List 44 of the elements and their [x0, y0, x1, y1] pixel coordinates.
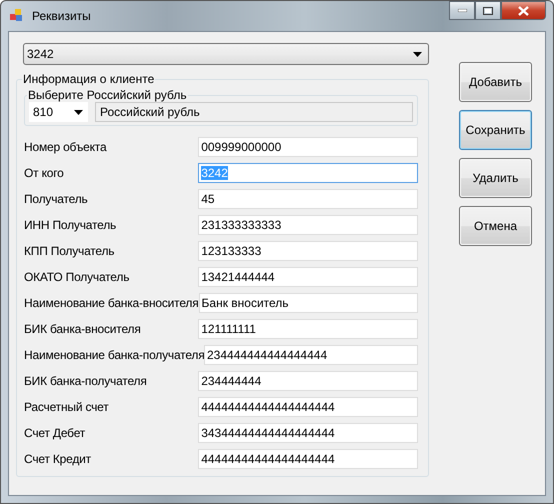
field-label: ОКАТО Получатель: [24, 270, 130, 284]
minimize-button[interactable]: [449, 1, 475, 20]
field-label: Расчетный счет: [24, 400, 110, 414]
field-label: ИНН Получатель: [24, 218, 118, 232]
window-title: Реквизиты: [32, 9, 92, 23]
field-label: Получатель: [24, 192, 89, 206]
field-label: Номер объекта: [24, 140, 108, 154]
text-field[interactable]: 009999000000: [198, 137, 418, 157]
close-icon: [518, 6, 529, 16]
text-field[interactable]: 123133333: [198, 241, 418, 261]
text-field[interactable]: 45: [198, 189, 418, 209]
app-icon: [10, 9, 24, 23]
maximize-icon: [483, 6, 493, 14]
action-button[interactable]: Добавить: [459, 62, 532, 102]
field-label: БИК банка-вносителя: [24, 322, 142, 336]
field-label: КПП Получатель: [24, 244, 116, 258]
text-field[interactable]: 121111111: [198, 319, 418, 339]
minimize-icon: [458, 9, 466, 12]
field-label: Наименование банка-вносителя: [24, 296, 199, 310]
close-button[interactable]: [501, 1, 546, 20]
text-field[interactable]: 13421444444: [198, 267, 418, 287]
text-field[interactable]: 44444444444444444444: [198, 449, 418, 469]
text-field[interactable]: 44444444444444444444: [198, 397, 418, 417]
dropdown-arrow-icon: [74, 110, 83, 114]
field-label: БИК банка-получателя: [24, 374, 148, 388]
action-button[interactable]: Удалить: [459, 158, 532, 198]
field-label: Наименование банка-получателя: [24, 348, 204, 362]
action-button[interactable]: Отмена: [459, 206, 532, 246]
text-field[interactable]: Банк вноситель: [198, 293, 418, 313]
text-field[interactable]: 231333333333: [198, 215, 418, 235]
text-field[interactable]: 34344444444444444444: [198, 423, 418, 443]
maximize-button[interactable]: [475, 1, 501, 20]
text-field[interactable]: 234444444444444444: [204, 345, 418, 365]
record-dropdown[interactable]: 3242: [23, 43, 429, 65]
text-field[interactable]: 234444444: [198, 371, 418, 391]
action-button[interactable]: Сохранить: [459, 110, 532, 150]
field-label: Счет Кредит: [24, 452, 92, 466]
group-title: Выберите Российский рубль: [27, 88, 188, 102]
currency-code-dropdown[interactable]: 810: [29, 102, 88, 122]
field-label: От кого: [24, 166, 65, 180]
field-label: Счет Дебет: [24, 426, 86, 440]
group-title: Информация о клиенте: [22, 72, 156, 86]
dropdown-arrow-icon: [413, 52, 422, 56]
currency-name-field[interactable]: Российский рубль: [95, 102, 413, 122]
